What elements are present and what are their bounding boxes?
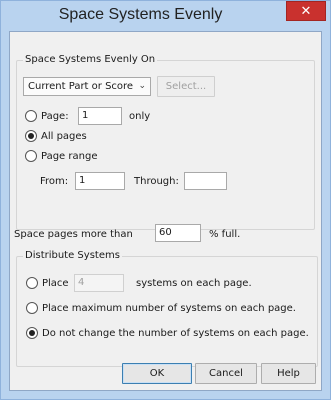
fullness-suffix: % full.: [209, 229, 241, 240]
page-suffix: only: [129, 111, 151, 122]
no-change-radio[interactable]: [26, 327, 38, 339]
cancel-button[interactable]: Cancel: [195, 363, 257, 384]
select-button[interactable]: Select...: [157, 76, 215, 97]
max-systems-label: Place maximum number of systems on each …: [42, 303, 296, 314]
page-input[interactable]: 1: [78, 107, 122, 125]
chevron-down-icon: ⌄: [138, 81, 146, 91]
space-on-group: Space Systems Evenly On Current Part or …: [16, 54, 315, 230]
place-count-input[interactable]: 4: [74, 274, 124, 292]
fullness-prefix: Space pages more than: [14, 229, 133, 240]
dialog-window: Space Systems Evenly ✕ Space Systems Eve…: [0, 0, 331, 400]
scope-dropdown[interactable]: Current Part or Score ⌄: [23, 77, 151, 96]
title-bar[interactable]: Space Systems Evenly ✕: [1, 1, 330, 31]
dialog-title: Space Systems Evenly: [58, 6, 223, 23]
ok-button[interactable]: OK: [122, 363, 192, 384]
scope-dropdown-value: Current Part or Score: [28, 81, 134, 92]
page-range-radio[interactable]: [25, 150, 37, 162]
max-systems-radio[interactable]: [26, 302, 38, 314]
close-button[interactable]: ✕: [286, 1, 326, 21]
place-suffix: systems on each page.: [136, 278, 252, 289]
place-radio[interactable]: [26, 277, 38, 289]
all-pages-label: All pages: [41, 131, 87, 142]
page-label: Page:: [41, 111, 69, 122]
space-on-legend: Space Systems Evenly On: [23, 54, 158, 65]
from-label: From:: [40, 176, 69, 187]
place-label: Place: [42, 278, 69, 289]
through-input[interactable]: [184, 172, 227, 190]
fullness-input[interactable]: 60: [155, 224, 201, 242]
no-change-label: Do not change the number of systems on e…: [42, 328, 309, 339]
from-input[interactable]: 1: [75, 172, 125, 190]
dialog-body: Space Systems Evenly On Current Part or …: [9, 31, 322, 391]
page-range-label: Page range: [41, 151, 98, 162]
page-radio[interactable]: [25, 110, 37, 122]
through-label: Through:: [134, 176, 179, 187]
distribute-group: Distribute Systems Place 4 systems on ea…: [16, 250, 318, 367]
distribute-legend: Distribute Systems: [23, 250, 122, 261]
all-pages-radio[interactable]: [25, 130, 37, 142]
help-button[interactable]: Help: [261, 363, 316, 384]
